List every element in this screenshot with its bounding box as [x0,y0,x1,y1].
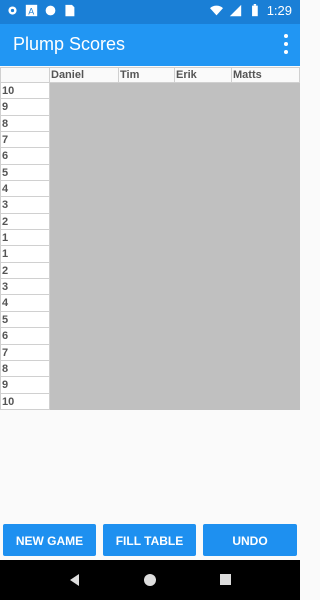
round-label: 3 [0,197,50,214]
home-icon[interactable] [144,574,156,586]
player-header-erik[interactable]: Erik [175,67,232,83]
round-label: 7 [0,344,50,361]
round-label: 7 [0,132,50,149]
player-header-tim[interactable]: Tim [119,67,175,83]
more-vert-icon[interactable] [282,34,290,54]
round-label: 1 [0,230,50,247]
round-label: 4 [0,295,50,312]
corner-cell [0,67,50,83]
round-label: 10 [0,83,50,100]
table-header: Daniel Tim Erik Matts [0,67,300,83]
round-label: 8 [0,115,50,133]
player-header-daniel[interactable]: Daniel [50,67,119,83]
button-bar: NEW GAME FILL TABLE UNDO [0,524,300,556]
navigation-bar [0,560,300,600]
round-label: 3 [0,279,50,296]
battery-icon [251,4,258,17]
back-icon[interactable] [70,574,79,586]
sd-icon [65,4,75,17]
round-label: 1 [0,246,50,263]
a-icon: A [25,4,38,17]
app-bar: Plump Scores [0,24,300,66]
round-label: 8 [0,360,50,378]
undo-button[interactable]: UNDO [203,524,297,556]
signal-icon [229,4,241,17]
wifi-icon [209,5,223,16]
score-table: Daniel Tim Erik Matts 10 9 8 7 6 5 4 3 2… [0,67,300,410]
status-time: 1:29 [266,3,292,18]
circle-icon [45,5,56,16]
round-label: 4 [0,181,50,198]
player-header-matts[interactable]: Matts [232,67,300,83]
round-label: 6 [0,148,50,165]
fill-table-button[interactable]: FILL TABLE [103,524,196,556]
new-game-button[interactable]: NEW GAME [3,524,96,556]
round-label: 2 [0,213,50,231]
svg-text:A: A [28,7,34,17]
round-labels: 10 9 8 7 6 5 4 3 2 1 1 2 3 4 5 6 7 8 9 1… [0,83,50,410]
score-area[interactable] [50,83,300,410]
app-title: Plump Scores [13,34,126,54]
status-bar: A 1:29 [0,0,300,24]
round-label: 5 [0,164,50,182]
round-label: 10 [0,393,50,410]
gear-icon [8,6,17,15]
round-label: 9 [0,99,50,116]
recents-icon[interactable] [220,574,231,585]
round-label: 9 [0,377,50,394]
round-label: 2 [0,262,50,280]
round-label: 5 [0,311,50,329]
round-label: 6 [0,328,50,345]
